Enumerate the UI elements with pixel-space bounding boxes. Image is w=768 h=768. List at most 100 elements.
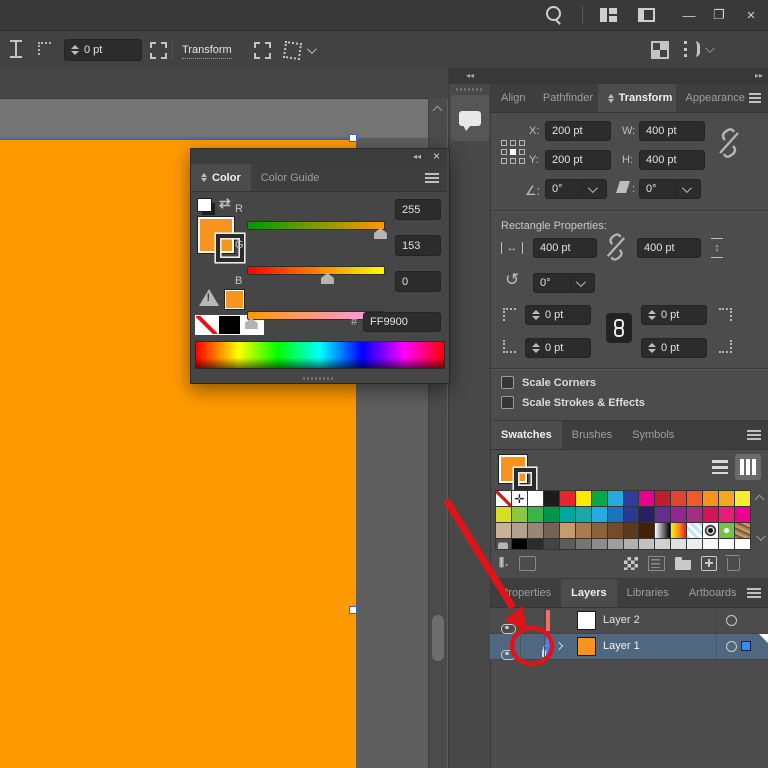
- rect-width-field[interactable]: 400 pt: [533, 238, 597, 258]
- swatch[interactable]: [735, 507, 750, 522]
- swatch[interactable]: [559, 539, 575, 549]
- swatch[interactable]: [511, 539, 527, 549]
- tab-align[interactable]: Align: [491, 84, 533, 112]
- color-panel[interactable]: ◂◂ × Color Color Guide ⇄ R 255 G 153: [190, 148, 450, 384]
- delete-swatch-icon[interactable]: [725, 554, 741, 571]
- shear-dropdown[interactable]: [676, 180, 694, 198]
- tab-symbols[interactable]: Symbols: [622, 421, 684, 449]
- arrange-documents-icon[interactable]: [651, 41, 669, 59]
- rect-angle-dropdown[interactable]: [570, 274, 588, 292]
- dock-collapse-left[interactable]: ◂◂: [449, 68, 491, 84]
- black-swatch[interactable]: [218, 315, 241, 335]
- comments-panel-button[interactable]: [451, 95, 489, 141]
- close-button[interactable]: ×: [740, 4, 762, 26]
- color-panel-titlebar[interactable]: ◂◂ ×: [191, 149, 447, 164]
- slider-thumb-g[interactable]: [320, 273, 334, 284]
- swatch[interactable]: [527, 539, 543, 549]
- swatch[interactable]: [575, 491, 591, 506]
- workspace-switcher-icon[interactable]: [600, 8, 617, 22]
- scale-corners-option[interactable]: Scale Corners: [501, 376, 596, 389]
- swatch[interactable]: [703, 507, 719, 522]
- swatch[interactable]: [639, 523, 655, 538]
- swatch[interactable]: [575, 523, 591, 538]
- list-view-button[interactable]: [707, 454, 733, 480]
- panel-menu-icon[interactable]: [425, 173, 439, 183]
- swatch[interactable]: [719, 491, 735, 506]
- swatch[interactable]: [559, 523, 575, 538]
- swatch-scroll-down-icon[interactable]: [755, 531, 766, 542]
- swatch[interactable]: [703, 523, 719, 538]
- gamut-warning-icon[interactable]: [199, 289, 219, 306]
- swatch[interactable]: [543, 523, 559, 538]
- tab-artboards[interactable]: Artboards: [679, 579, 747, 607]
- stepper-icon[interactable]: [71, 45, 79, 55]
- swatch[interactable]: [511, 507, 527, 522]
- tab-pathfinder[interactable]: Pathfinder: [533, 84, 598, 112]
- layer-row-1[interactable]: Layer 1: [490, 634, 768, 660]
- swatch[interactable]: [671, 491, 687, 506]
- swatch[interactable]: [639, 539, 655, 549]
- swatch[interactable]: [623, 539, 639, 549]
- swatch[interactable]: [607, 523, 623, 538]
- expand-chevron-icon[interactable]: [554, 641, 564, 651]
- tab-color[interactable]: Color: [191, 164, 251, 191]
- swatch[interactable]: [655, 491, 671, 506]
- swatch[interactable]: [639, 491, 655, 506]
- pasteboard[interactable]: [0, 99, 428, 138]
- tab-properties[interactable]: Properties: [491, 579, 561, 607]
- add-to-library-icon[interactable]: [519, 555, 537, 571]
- swatch[interactable]: [607, 491, 623, 506]
- layer-thumbnail[interactable]: [577, 637, 596, 656]
- swatch[interactable]: [703, 491, 719, 506]
- swatch[interactable]: [591, 491, 607, 506]
- swatch-kinds-icon[interactable]: [624, 556, 639, 570]
- swatch[interactable]: [527, 523, 543, 538]
- panel-resize-grip[interactable]: [303, 377, 335, 380]
- swatch[interactable]: [575, 539, 591, 549]
- swatch[interactable]: [735, 539, 750, 549]
- swap-fill-stroke-icon[interactable]: ⇄: [219, 195, 231, 212]
- panel-menu-icon[interactable]: [748, 93, 762, 103]
- layer-target-icon[interactable]: [726, 641, 737, 652]
- rotate-dropdown[interactable]: [582, 180, 600, 198]
- slider-thumb-r[interactable]: [373, 228, 387, 239]
- swatch[interactable]: [623, 507, 639, 522]
- panel-layout-icon[interactable]: [638, 8, 655, 22]
- gamut-color-chip[interactable]: [224, 289, 245, 310]
- swatch[interactable]: [496, 491, 511, 506]
- rotate-field[interactable]: 0°: [545, 179, 607, 199]
- swatch[interactable]: [735, 523, 750, 538]
- slider-r[interactable]: [247, 221, 387, 239]
- swatch[interactable]: [527, 491, 543, 506]
- constrain-proportions-broken-icon[interactable]: [717, 128, 741, 158]
- hex-field[interactable]: FF9900: [363, 312, 441, 332]
- swatch[interactable]: [496, 507, 511, 522]
- swatch[interactable]: [607, 539, 623, 549]
- swatch[interactable]: [671, 539, 687, 549]
- swatch[interactable]: [687, 539, 703, 549]
- swatch[interactable]: [655, 523, 671, 538]
- scale-strokes-checkbox[interactable]: [501, 396, 514, 409]
- none-swatch[interactable]: [195, 315, 218, 335]
- transform-panel-link[interactable]: Transform: [182, 44, 232, 59]
- corner-tl-field[interactable]: 0 pt: [525, 305, 591, 325]
- tab-layers[interactable]: Layers: [561, 579, 617, 607]
- scale-corners-checkbox[interactable]: [501, 376, 514, 389]
- swatch[interactable]: [543, 507, 559, 522]
- swatch[interactable]: [511, 491, 527, 506]
- swatch[interactable]: [591, 539, 607, 549]
- swatch[interactable]: [671, 523, 687, 538]
- tab-libraries[interactable]: Libraries: [617, 579, 679, 607]
- swatch[interactable]: [591, 507, 607, 522]
- grid-view-button[interactable]: [735, 454, 761, 480]
- y-field[interactable]: 200 pt: [545, 150, 611, 170]
- scrollbar-thumb[interactable]: [432, 615, 444, 661]
- visibility-eye-icon[interactable]: [501, 649, 516, 660]
- search-icon[interactable]: [546, 6, 561, 25]
- swatch-libraries-icon[interactable]: ⫼.: [499, 557, 509, 570]
- swatch[interactable]: [735, 491, 750, 506]
- swatch[interactable]: [623, 523, 639, 538]
- slider-value-r[interactable]: 255: [395, 199, 441, 220]
- dock-grip[interactable]: [456, 88, 484, 91]
- swatch[interactable]: [639, 507, 655, 522]
